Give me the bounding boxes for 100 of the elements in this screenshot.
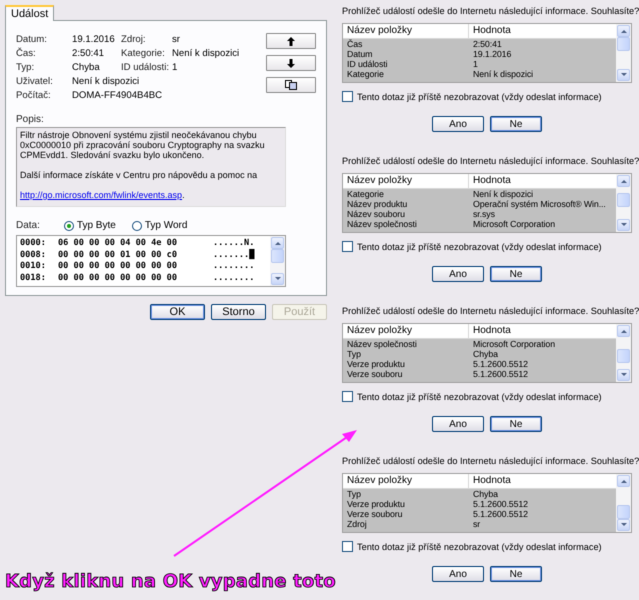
scroll-down-icon — [620, 522, 628, 528]
dialog-button[interactable]: Ano — [432, 566, 484, 582]
checkbox-option[interactable]: Tento dotaz již příště nezobrazovat (vždy odeslat informace) — [342, 91, 639, 102]
help-text: Další informace získáte v Centru pro nápovědu a pomoc na — [20, 170, 258, 180]
item-value: 5.1.2600.5512 — [472, 369, 529, 379]
item-name: Datum — [346, 49, 374, 59]
field-label: Uživatel: — [16, 75, 54, 88]
dialog-button[interactable]: Ne — [490, 116, 542, 132]
field-label: Datum: — [16, 33, 48, 46]
scroll-up-icon — [620, 478, 628, 484]
scroll-down-icon — [620, 222, 628, 228]
column-header[interactable]: Hodnota — [469, 324, 616, 338]
field-label: Typ: — [16, 61, 36, 74]
column-header[interactable]: Hodnota — [469, 24, 616, 38]
hex-offset: 0010: — [20, 261, 47, 272]
scrollbar[interactable] — [270, 236, 285, 286]
dialog-button[interactable]: Ne — [490, 266, 542, 282]
item-name: Čas — [346, 39, 364, 49]
column-header[interactable]: Název položky — [343, 324, 469, 338]
item-value: 5.1.2600.5512 — [472, 509, 529, 519]
item-value: 2:50:41 — [472, 39, 503, 49]
dialog-button[interactable]: Storno — [211, 304, 266, 320]
annotation-text: Když kliknu na OK vypadne toto — [5, 571, 336, 592]
item-value: 1 — [472, 59, 479, 69]
scroll-up-icon — [620, 328, 628, 334]
item-name: Kategorie — [346, 189, 385, 199]
field-label: Počítač: — [16, 89, 52, 102]
help-link[interactable]: http://go.microsoft.com/fwlink/events.asp — [20, 190, 182, 200]
item-value: 19.1.2016 — [472, 49, 512, 59]
field-value: 19.1.2016 — [72, 33, 116, 46]
item-value: Microsoft Corporation — [472, 219, 556, 229]
column-header[interactable]: Název položky — [343, 474, 469, 488]
item-value: Chyba — [472, 489, 499, 499]
field-label: Čas: — [16, 47, 37, 60]
hex-bytes: 06 00 00 00 04 00 4e 00 — [58, 238, 178, 250]
field-value: sr — [172, 33, 181, 46]
hex-bytes: 00 00 00 00 00 00 00 00 — [58, 272, 178, 284]
checkbox[interactable] — [342, 391, 353, 402]
checkbox[interactable] — [342, 91, 353, 102]
item-value: Není k dispozici — [472, 189, 534, 199]
hex-ascii: ........ — [213, 272, 256, 284]
item-name: Kategorie — [346, 69, 385, 79]
item-name: Verze souboru — [346, 369, 404, 379]
up-arrow-icon — [287, 36, 295, 46]
scrollbar[interactable] — [616, 174, 631, 232]
checkbox-option[interactable]: Tento dotaz již příště nezobrazovat (vždy odeslat informace) — [342, 541, 639, 552]
prompt-text: Prohlížeč událostí odešle do Internetu následující informace. Souhlasíte? — [342, 456, 639, 466]
dialog-button[interactable]: Ano — [432, 116, 484, 132]
field-label: ID události: — [121, 61, 169, 74]
item-name: Název souboru — [346, 209, 406, 219]
hex-ascii: .......█ — [213, 250, 256, 261]
dialog-button[interactable]: Ne — [490, 416, 542, 432]
hex-ascii: ......N. — [213, 238, 256, 249]
checkbox-option[interactable]: Tento dotaz již příště nezobrazovat (vždy odeslat informace) — [342, 391, 639, 402]
item-name: Verze produktu — [346, 359, 406, 369]
dialog-button[interactable]: Ne — [490, 566, 542, 582]
dialog-button[interactable]: OK — [150, 304, 205, 320]
field-value: 1 — [172, 61, 178, 74]
field-label: Kategorie: — [121, 47, 166, 60]
item-name: ID události — [346, 59, 388, 69]
hex-offset: 0008: — [20, 250, 47, 261]
hex-offset: 0018: — [20, 272, 47, 284]
item-value: Microsoft Corporation — [472, 339, 556, 349]
field-value: Chyba — [72, 61, 101, 74]
dialog-button[interactable]: Ano — [432, 416, 484, 432]
field-value: Není k dispozici — [72, 75, 140, 88]
radio-option[interactable]: Typ Byte — [64, 220, 116, 231]
field-value: DOMA-FF4904B4BC — [72, 89, 164, 102]
checkbox-option[interactable]: Tento dotaz již příště nezobrazovat (vždy odeslat informace) — [342, 241, 639, 252]
tab[interactable]: Událost — [5, 5, 54, 21]
next-button[interactable] — [266, 55, 316, 71]
data-label: Data: — [16, 219, 40, 232]
column-header[interactable]: Hodnota — [469, 174, 616, 188]
item-name: Typ — [346, 489, 362, 499]
field-value: 2:50:41 — [72, 47, 106, 60]
scrollbar[interactable] — [616, 474, 631, 532]
down-arrow-icon — [287, 58, 295, 68]
scrollbar[interactable] — [616, 24, 631, 82]
description-label: Popis: — [16, 114, 45, 125]
radio-option[interactable]: Typ Word — [132, 220, 188, 231]
item-value: Operační systém Microsoft® Win... — [472, 199, 607, 209]
item-value: 5.1.2600.5512 — [472, 499, 529, 509]
checkbox[interactable] — [342, 241, 353, 252]
description-text: Filtr nástroje Obnovení systému zjistil neočekávanou chybu 0xC0000010 při zpracování souboru Cryptography na svazku CPMEvdd1. Sledování svazku bylo ukončeno. — [20, 130, 266, 160]
prompt-text: Prohlížeč událostí odešle do Internetu následující informace. Souhlasíte? — [342, 6, 639, 16]
previous-button[interactable] — [266, 33, 316, 49]
checkbox[interactable] — [342, 541, 353, 552]
item-value: 5.1.2600.5512 — [472, 359, 529, 369]
item-value: Není k dispozici — [472, 69, 534, 79]
hex-bytes: 00 00 00 00 01 00 00 c0 — [58, 250, 178, 261]
item-name: Verze produktu — [346, 499, 406, 509]
item-value: sr.sys — [472, 209, 496, 219]
column-header[interactable]: Název položky — [343, 174, 469, 188]
copy-icon — [285, 80, 297, 90]
dialog-button[interactable]: Ano — [432, 266, 484, 282]
scrollbar[interactable] — [616, 324, 631, 382]
column-header[interactable]: Název položky — [343, 24, 469, 38]
copy-button[interactable] — [266, 77, 316, 93]
column-header[interactable]: Hodnota — [469, 474, 616, 488]
item-name: Zdroj — [346, 519, 368, 529]
